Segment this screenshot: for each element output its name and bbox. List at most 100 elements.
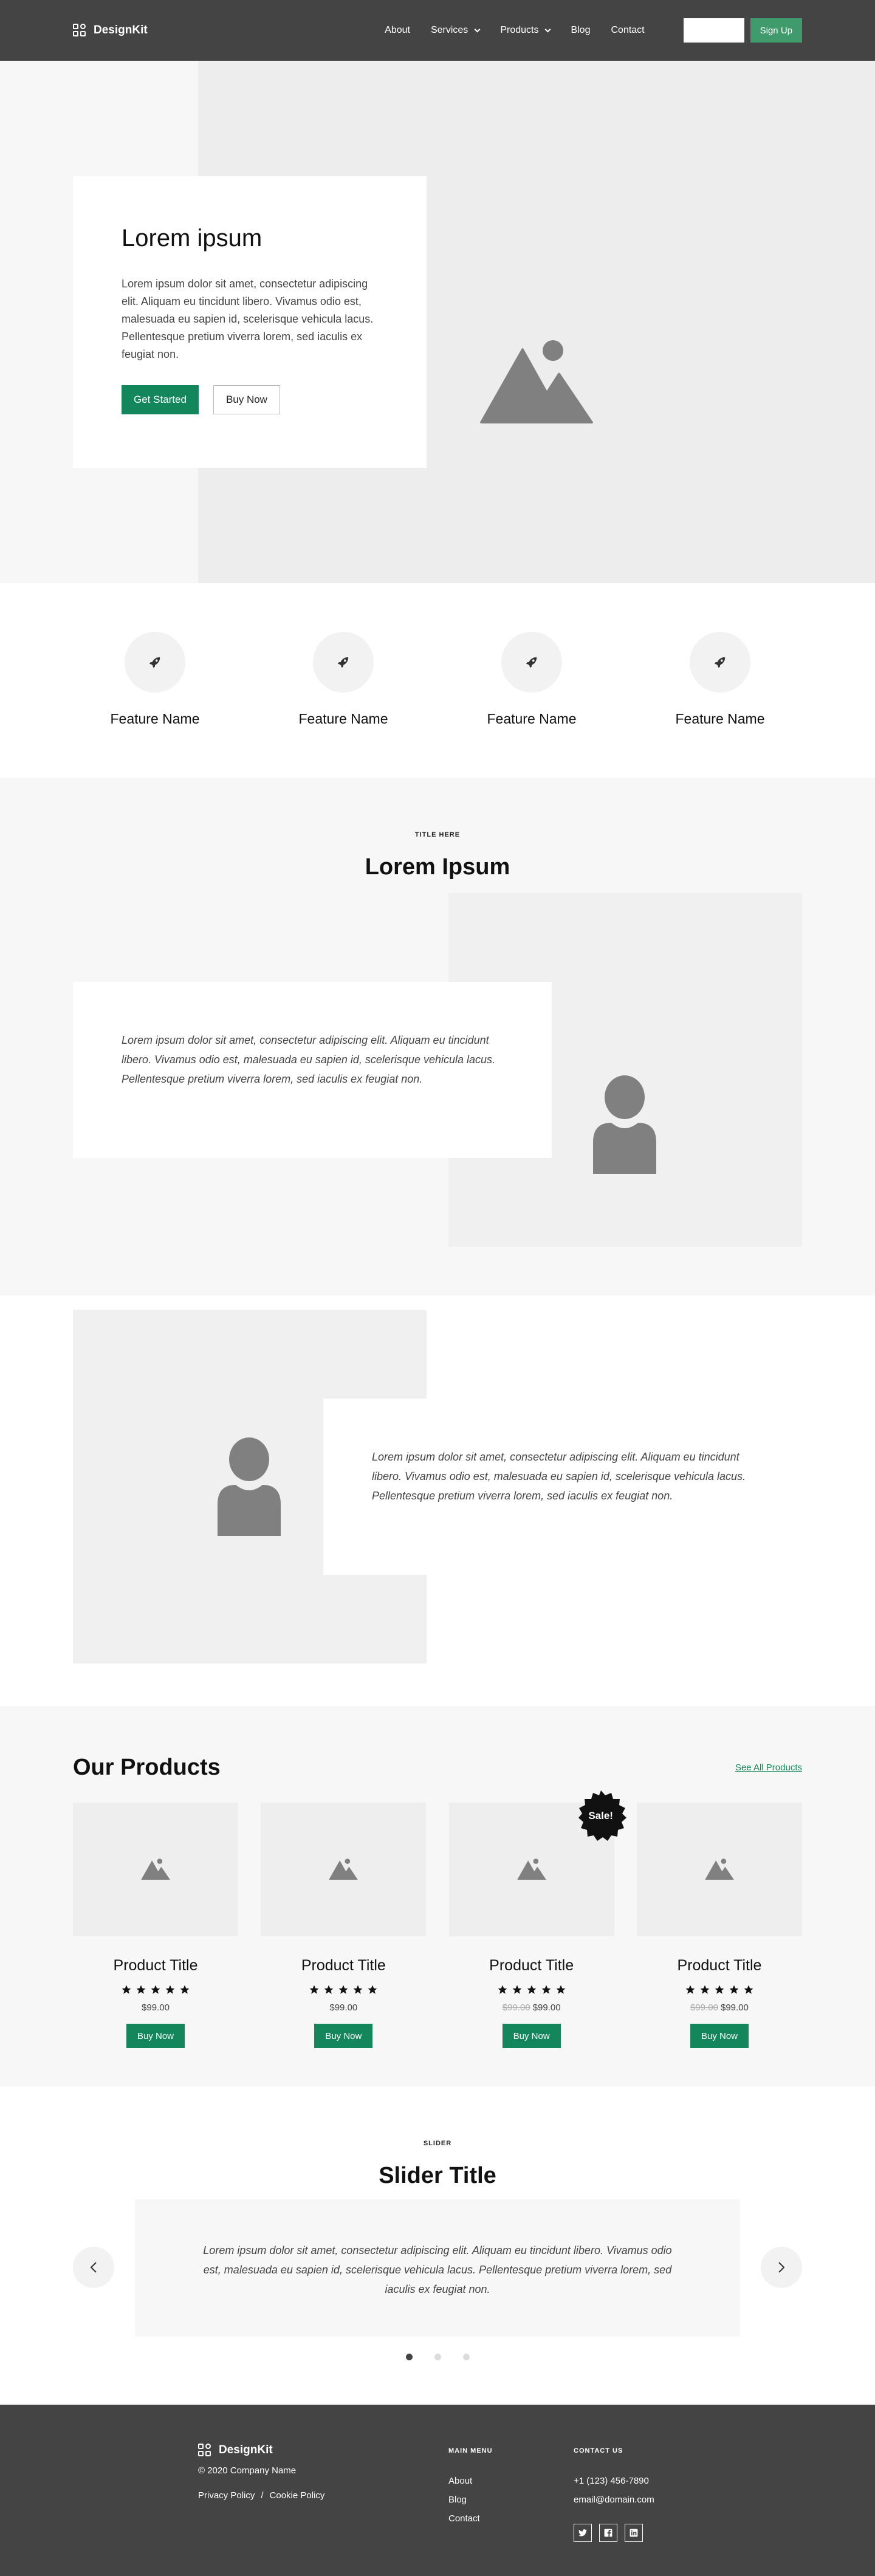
star-rating: [261, 1984, 426, 1995]
footer-contact-list: +1 (123) 456-7890 email@domain.com: [574, 2472, 654, 2509]
copyright: © 2020 Company Name: [198, 2465, 297, 2476]
cookie-policy-link[interactable]: Cookie Policy: [270, 2490, 325, 2501]
buy-now-button[interactable]: Buy Now: [502, 2024, 561, 2048]
sale-badge: Sale!: [575, 1790, 626, 1841]
product-title: Product Title: [677, 1957, 762, 1974]
footer-logo[interactable]: DesignKit: [198, 2444, 324, 2457]
search-input[interactable]: [683, 18, 744, 43]
feature-icon-circle: [690, 632, 750, 693]
image-placeholder-icon: [141, 1858, 170, 1880]
product-image: [73, 1803, 238, 1936]
footer-logo-text: DesignKit: [219, 2444, 273, 2456]
star-icon: [527, 1985, 537, 1994]
buy-now-button[interactable]: Buy Now: [126, 2024, 185, 2048]
social-links: [574, 2524, 654, 2542]
footer-menu: MAIN MENU About Blog Contact: [448, 2444, 493, 2528]
star-icon: [556, 1985, 566, 1994]
slider-title: Slider Title: [379, 2163, 496, 2188]
products-section: Our Products See All Products Product Ti…: [0, 1706, 875, 2086]
slide: Lorem ipsum dolor sit amet, consectetur …: [135, 2199, 740, 2337]
logo-text: DesignKit: [94, 24, 148, 36]
buy-now-button[interactable]: Buy Now: [690, 2024, 749, 2048]
image-placeholder-icon: [329, 1858, 358, 1880]
slider-dot[interactable]: [462, 2354, 470, 2360]
logo-icon: [198, 2444, 213, 2457]
chevron-left-icon: [90, 2262, 97, 2273]
logo[interactable]: DesignKit: [73, 24, 148, 37]
footer-link-about[interactable]: About: [448, 2472, 493, 2490]
star-icon: [122, 1985, 131, 1994]
hero-section: Lorem ipsum Lorem ipsum dolor sit amet, …: [0, 61, 875, 583]
product-card[interactable]: Product Title $99.00 Buy Now: [73, 1803, 238, 2048]
slide-text: Lorem ipsum dolor sit amet, consectetur …: [203, 2244, 672, 2295]
star-icon: [729, 1985, 739, 1994]
nav-contact[interactable]: Contact: [611, 25, 644, 36]
feature-icon-circle: [313, 632, 374, 693]
buy-now-button[interactable]: Buy Now: [314, 2024, 373, 2048]
slider-prev-button[interactable]: [73, 2247, 114, 2288]
feature-item: Feature Name: [638, 632, 802, 778]
testimonial-card: Lorem ipsum dolor sit amet, consectetur …: [73, 982, 552, 1158]
nav-about[interactable]: About: [385, 25, 410, 36]
footer-contact-heading: CONTACT US: [574, 2447, 623, 2454]
nav-label: Products: [500, 25, 539, 35]
image-placeholder-icon: [517, 1858, 546, 1880]
hero-buttons: Get Started Buy Now: [122, 385, 378, 414]
price-current: $99.00: [532, 2002, 561, 2013]
section-eyebrow: TITLE HERE: [414, 831, 461, 838]
products-title: Our Products: [73, 1755, 221, 1780]
product-image: [636, 1803, 802, 1936]
signup-button[interactable]: Sign Up: [750, 18, 802, 43]
feature-icon-circle: [125, 632, 185, 693]
linkedin-link[interactable]: [625, 2524, 643, 2542]
star-rating: [73, 1984, 238, 1995]
nav-services[interactable]: Services: [431, 25, 481, 36]
slider-next-button[interactable]: [761, 2247, 802, 2288]
feature-name: Feature Name: [298, 711, 388, 727]
star-icon: [324, 1985, 334, 1994]
product-card[interactable]: Product Title $99.00 $99.00 Buy Now: [636, 1803, 802, 2048]
slider-dot[interactable]: [434, 2354, 441, 2360]
image-placeholder-icon: [480, 340, 593, 423]
product-image: [261, 1803, 427, 1936]
star-icon: [368, 1985, 377, 1994]
star-icon: [165, 1985, 175, 1994]
price-current: $99.00: [720, 2002, 749, 2013]
star-icon: [744, 1985, 753, 1994]
star-icon: [180, 1985, 190, 1994]
slider-dot[interactable]: [405, 2354, 413, 2360]
footer-link-blog[interactable]: Blog: [448, 2490, 493, 2509]
feature-name: Feature Name: [675, 711, 765, 727]
product-card[interactable]: Product Title $99.00 Buy Now: [261, 1803, 427, 2048]
star-icon: [353, 1985, 363, 1994]
footer-email[interactable]: email@domain.com: [574, 2490, 654, 2509]
product-price: $99.00: [261, 2002, 426, 2013]
products-header: Our Products See All Products: [73, 1755, 802, 1781]
nav-products[interactable]: Products: [500, 25, 551, 36]
get-started-button[interactable]: Get Started: [122, 385, 199, 414]
twitter-link[interactable]: [574, 2524, 592, 2542]
product-price: $99.00: [73, 2002, 238, 2013]
facebook-link[interactable]: [599, 2524, 617, 2542]
image-placeholder-icon: [705, 1858, 734, 1880]
person-icon: [593, 1075, 656, 1174]
legal-links: Privacy Policy / Cookie Policy: [198, 2490, 324, 2501]
chevron-down-icon: [545, 26, 551, 32]
rocket-icon: [149, 657, 160, 668]
testimonial-section: TITLE HERE Lorem Ipsum Lorem ipsum dolor…: [0, 778, 875, 1295]
footer-brand: DesignKit © 2020 Company Name Privacy Po…: [198, 2444, 324, 2501]
rocket-icon: [714, 657, 726, 668]
site-header: DesignKit About Services Products Blog C…: [0, 0, 875, 61]
link-separator: /: [261, 2490, 264, 2501]
buy-now-button[interactable]: Buy Now: [213, 385, 280, 414]
privacy-policy-link[interactable]: Privacy Policy: [198, 2490, 255, 2501]
footer-link-contact[interactable]: Contact: [448, 2509, 493, 2528]
rocket-icon: [337, 657, 349, 668]
star-icon: [309, 1985, 319, 1994]
product-card[interactable]: Sale! Product Title $99.00 $99.00 Buy Now: [448, 1790, 626, 2048]
feature-name: Feature Name: [110, 711, 200, 727]
feature-item: Feature Name: [73, 632, 237, 778]
nav-blog[interactable]: Blog: [571, 25, 590, 36]
see-all-products-link[interactable]: See All Products: [735, 1762, 802, 1773]
product-price: $99.00 $99.00: [449, 2002, 614, 2013]
